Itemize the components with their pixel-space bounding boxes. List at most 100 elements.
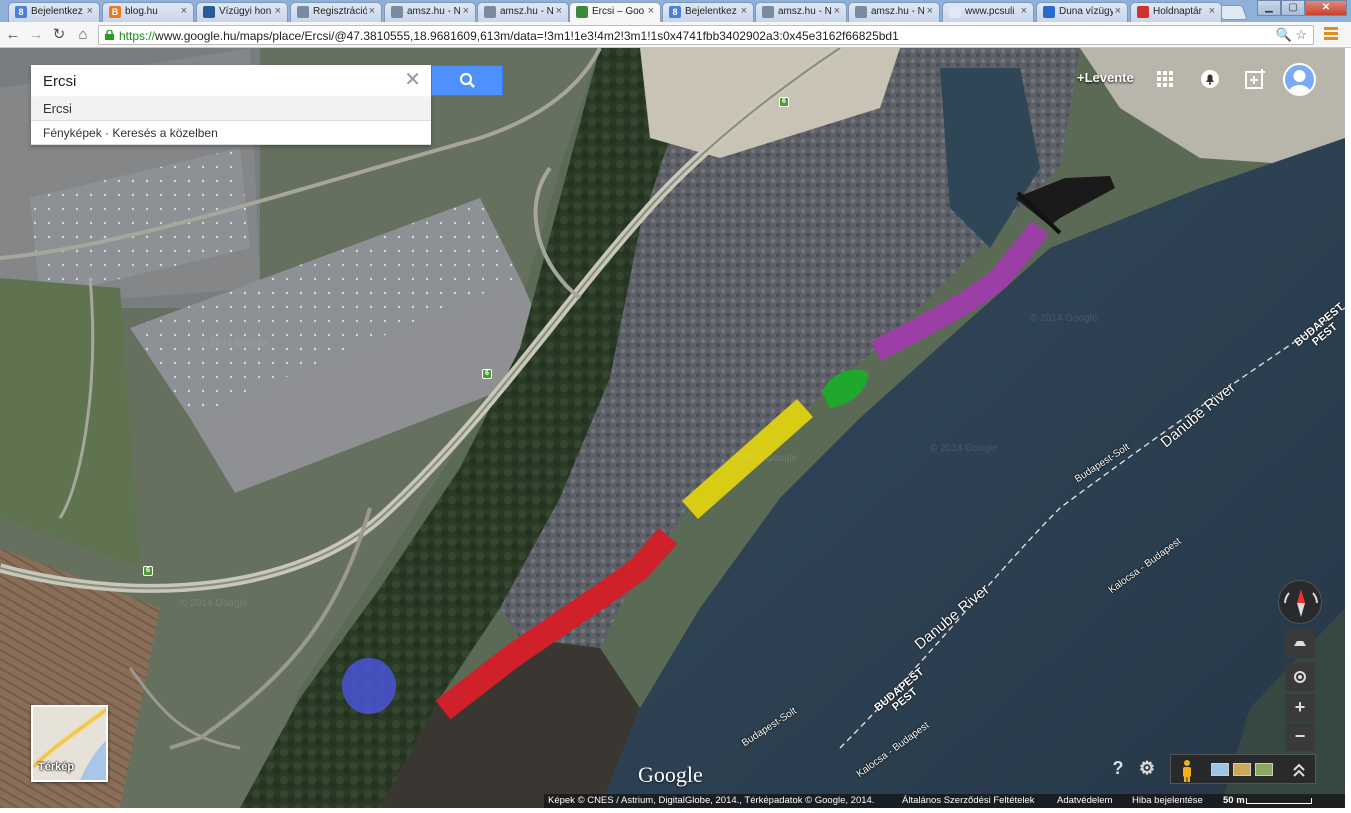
close-window-button[interactable]: ✕ [1305, 0, 1347, 16]
browser-tab[interactable]: 8 Bejelentkez × [8, 2, 100, 22]
tab-close-icon[interactable]: × [463, 5, 469, 17]
search-input[interactable] [43, 71, 393, 91]
avatar-silhouette-icon [1288, 70, 1311, 94]
reload-button[interactable]: ↻ [50, 26, 68, 44]
tab-close-icon[interactable]: × [556, 5, 562, 17]
tab-close-icon[interactable]: × [275, 5, 281, 17]
tab-favicon-icon: 8 [669, 6, 681, 18]
browser-tab[interactable]: Holdnaptár × [1130, 2, 1222, 22]
tab-close-icon[interactable]: × [1021, 5, 1027, 17]
zoom-in-button[interactable]: + [1285, 694, 1315, 722]
tab-title: Ercsi – Goo [592, 6, 645, 17]
browser-menu-icon[interactable] [1324, 27, 1338, 43]
search-box: ✕ [31, 65, 431, 97]
tab-favicon-icon [949, 6, 961, 18]
browser-tab[interactable]: Ercsi – Goo × [569, 2, 661, 22]
tab-strip: ▁ ▢ ✕ 8 Bejelentkez × Bblog.hu × Vízügyi hon ×… [0, 0, 1351, 22]
browser-toolbar: ← → ↻ ⌂ https://www.google.hu/maps/place… [0, 22, 1351, 48]
account-icon[interactable] [1283, 63, 1316, 96]
browser-tab[interactable]: www.pcsuli × [942, 2, 1034, 22]
browser-tab[interactable]: amsz.hu - N × [848, 2, 940, 22]
map-view-toggle[interactable]: Térkép [31, 705, 108, 782]
report-problem-link[interactable]: Hiba bejelentése [1132, 794, 1203, 808]
satellite-imagery [0, 48, 1345, 808]
road-shield-6: 6 [779, 97, 789, 107]
address-bar[interactable]: https://www.google.hu/maps/place/Ercsi/@… [98, 25, 1314, 45]
privacy-link[interactable]: Adatvédelem [1057, 794, 1112, 808]
tab-title: amsz.hu - N [778, 6, 832, 17]
search-button[interactable] [431, 65, 503, 96]
browser-tab[interactable]: Bblog.hu × [102, 2, 194, 22]
imagery-toolbar [1170, 754, 1316, 784]
google-logo: Google [638, 762, 703, 787]
browser-tab[interactable]: Regisztráció × [290, 2, 382, 22]
search-and-bookmark-icons[interactable]: 🔍 ☆ [1276, 27, 1307, 43]
tab-close-icon[interactable]: × [1209, 5, 1215, 17]
tab-close-icon[interactable]: × [181, 5, 187, 17]
map-footer: Képek © CNES / Astrium, DigitalGlobe, 20… [544, 794, 1345, 808]
watermark: © 2014 Google [180, 598, 248, 609]
tilt-button[interactable] [1285, 630, 1315, 658]
browser-tab[interactable]: amsz.hu - N × [477, 2, 569, 22]
tab-title: Regisztráció [313, 6, 367, 17]
watermark: © 2014 Google [730, 453, 798, 464]
tab-favicon-icon [1043, 6, 1055, 18]
search-suggestions: Ercsi Fényképek · Keresés a közelben [31, 97, 431, 145]
minimize-button[interactable]: ▁ [1257, 0, 1281, 16]
settings-icon[interactable]: ⚙ [1132, 755, 1162, 783]
lock-icon [105, 30, 114, 40]
maximize-button[interactable]: ▢ [1281, 0, 1305, 16]
tab-title: Duna vízügy [1059, 6, 1113, 17]
browser-tab[interactable]: Duna vízügy × [1036, 2, 1128, 22]
location-icon [1294, 671, 1306, 683]
satellite-map[interactable]: © 2014 Google © 2014 Google © 2014 Googl… [0, 48, 1345, 808]
tab-close-icon[interactable]: × [648, 5, 654, 17]
tab-favicon-icon: B [109, 6, 121, 18]
share-icon[interactable] [1244, 68, 1266, 90]
tab-close-icon[interactable]: × [741, 5, 747, 17]
suggestion-place[interactable]: Ercsi [31, 97, 431, 121]
tab-close-icon[interactable]: × [369, 5, 375, 17]
tab-close-icon[interactable]: × [927, 5, 933, 17]
browser-tab[interactable]: amsz.hu - N × [384, 2, 476, 22]
zoom-out-button[interactable]: − [1285, 723, 1315, 751]
tab-title: blog.hu [125, 6, 158, 17]
expand-up-icon[interactable] [1291, 761, 1307, 779]
scale-bar [1246, 798, 1312, 804]
browser-tab[interactable]: 8 Bejelentkez × [662, 2, 754, 22]
url-text: https://www.google.hu/maps/place/Ercsi/@… [119, 29, 899, 43]
compass-control[interactable] [1278, 580, 1322, 624]
notifications-icon[interactable] [1199, 68, 1221, 90]
back-button[interactable]: ← [4, 26, 22, 44]
compass-icon [1284, 589, 1318, 617]
forward-button[interactable]: → [27, 26, 45, 44]
tab-title: Holdnaptár [1153, 6, 1202, 17]
road-shield-6: 6 [143, 566, 153, 576]
clear-search-icon[interactable]: ✕ [404, 69, 421, 91]
imagery-thumb-3-icon[interactable] [1255, 763, 1273, 776]
help-icon[interactable]: ? [1103, 755, 1133, 783]
tab-title: Bejelentkez [685, 6, 737, 17]
browser-tab[interactable]: Vízügyi hon × [196, 2, 288, 22]
road-shield-6: 6 [482, 369, 492, 379]
tab-favicon-icon [762, 6, 774, 18]
tab-favicon-icon [576, 6, 588, 18]
my-location-button[interactable] [1285, 663, 1315, 691]
tab-favicon-icon [391, 6, 403, 18]
terms-link[interactable]: Általános Szerződési Feltételek [902, 794, 1035, 808]
imagery-attribution: Képek © CNES / Astrium, DigitalGlobe, 20… [548, 795, 875, 806]
home-button[interactable]: ⌂ [74, 26, 92, 44]
imagery-thumb-1-icon[interactable] [1211, 763, 1229, 776]
tab-close-icon[interactable]: × [87, 5, 93, 17]
browser-tab[interactable]: amsz.hu - N × [755, 2, 847, 22]
user-profile-link[interactable]: +Levente [1077, 70, 1134, 85]
apps-icon[interactable] [1154, 68, 1176, 90]
scale-label[interactable]: 50 m [1223, 794, 1245, 808]
watermark: © 2014 Google [930, 443, 998, 454]
imagery-thumb-2-icon[interactable] [1233, 763, 1251, 776]
suggestion-photos-nearby[interactable]: Fényképek · Keresés a közelben [31, 121, 431, 145]
watermark: © 2014 Google [200, 338, 268, 349]
tilt-icon [1294, 641, 1306, 646]
tab-close-icon[interactable]: × [1115, 5, 1121, 17]
tab-close-icon[interactable]: × [834, 5, 840, 17]
